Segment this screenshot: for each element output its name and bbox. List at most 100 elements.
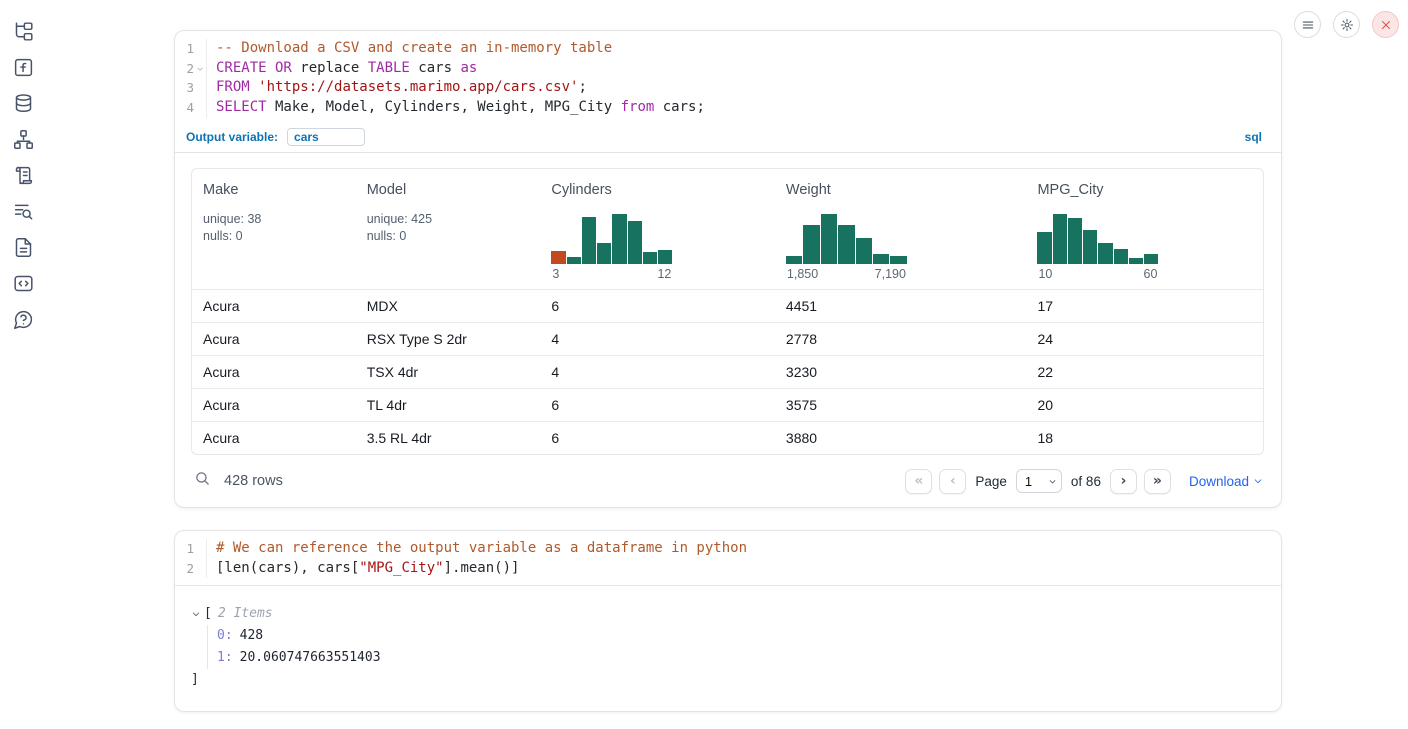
- line-gutter: 2: [175, 59, 207, 79]
- help-icon[interactable]: [13, 309, 34, 330]
- histogram-bar: [1114, 249, 1128, 264]
- table-cell: Acura: [192, 397, 356, 413]
- histogram-bar: [803, 225, 819, 264]
- gear-icon: [1340, 18, 1354, 32]
- topbar-actions: [1294, 11, 1399, 38]
- next-page-button[interactable]: ›: [1110, 469, 1137, 494]
- code-snippet-icon[interactable]: [13, 273, 34, 294]
- python-code-editor[interactable]: 1# We can reference the output variable …: [175, 531, 1281, 586]
- chevron-down-icon: [1253, 476, 1263, 486]
- histogram-bar: [821, 214, 837, 264]
- histogram-bar: [1053, 214, 1067, 264]
- page-total-label: of 86: [1071, 474, 1101, 489]
- column-header-model[interactable]: Model unique: 425nulls: 0: [356, 182, 541, 281]
- table-row[interactable]: AcuraRSX Type S 2dr4277824: [192, 322, 1263, 355]
- column-name: Model: [367, 182, 541, 198]
- close-bracket: ]: [191, 669, 1263, 691]
- search-icon[interactable]: [194, 470, 211, 492]
- hamburger-icon: [1301, 18, 1315, 32]
- histogram-bar: [643, 252, 657, 264]
- table-row[interactable]: AcuraTL 4dr6357520: [192, 388, 1263, 421]
- row-count: 428 rows: [224, 473, 283, 489]
- table-cell: 4: [540, 331, 775, 347]
- python-output-tree: [ 2 Items 0:4281:20.060747663551403 ]: [175, 586, 1281, 711]
- pagination: « ‹ Page 1 of 86 › » Download: [905, 469, 1263, 494]
- histogram-bar: [838, 225, 854, 264]
- histogram-max-label: 12: [657, 267, 671, 281]
- table-row[interactable]: AcuraTSX 4dr4323022: [192, 355, 1263, 388]
- table-cell: 18: [1026, 430, 1263, 446]
- table-cell: 6: [540, 298, 775, 314]
- tree-item-key: 1:: [217, 650, 233, 665]
- histogram-bar: [890, 256, 906, 264]
- tree-item: 0: 428: [217, 625, 1263, 647]
- table-cell: Acura: [192, 298, 356, 314]
- column-header-weight[interactable]: Weight1,8507,190: [775, 182, 1027, 281]
- column-stats: unique: 425nulls: 0: [367, 211, 541, 245]
- column-histogram: 1060: [1037, 214, 1158, 281]
- table-cell: 3575: [775, 397, 1027, 413]
- histogram-bar: [856, 238, 872, 264]
- line-gutter: 3: [175, 78, 207, 98]
- prev-page-button[interactable]: ‹: [939, 469, 966, 494]
- fold-spacer: [194, 39, 206, 59]
- table-cell: Acura: [192, 331, 356, 347]
- code-line: 3FROM 'https://datasets.marimo.app/cars.…: [175, 78, 1281, 98]
- histogram-bar: [567, 257, 581, 264]
- histogram-max-label: 60: [1144, 267, 1158, 281]
- table-cell: 22: [1026, 364, 1263, 380]
- download-button[interactable]: Download: [1189, 474, 1263, 489]
- menu-button[interactable]: [1294, 11, 1321, 38]
- column-header-make[interactable]: Makeunique: 38nulls: 0: [192, 182, 356, 281]
- histogram-bar: [1129, 258, 1143, 264]
- output-variable-input[interactable]: [287, 128, 365, 146]
- fold-chevron-icon[interactable]: [194, 59, 206, 79]
- code-text: CREATE OR replace TABLE cars as: [207, 59, 477, 79]
- histogram-bar: [1068, 218, 1082, 264]
- table-cell: RSX Type S 2dr: [356, 331, 541, 347]
- table-row[interactable]: Acura3.5 RL 4dr6388018: [192, 421, 1263, 454]
- log-search-icon[interactable]: [13, 201, 34, 222]
- tree-item-key: 0:: [217, 628, 233, 643]
- histogram-bar: [582, 217, 596, 264]
- python-cell: 1# We can reference the output variable …: [174, 530, 1282, 712]
- table-row[interactable]: AcuraMDX6445117: [192, 289, 1263, 322]
- last-page-button[interactable]: »: [1144, 469, 1171, 494]
- page-select[interactable]: 1: [1016, 469, 1062, 493]
- code-text: [len(cars), cars["MPG_City"].mean()]: [207, 559, 519, 579]
- function-square-icon[interactable]: [13, 57, 34, 78]
- sql-code-editor[interactable]: 1-- Download a CSV and create an in-memo…: [175, 31, 1281, 125]
- tree-item-value: 428: [240, 628, 263, 643]
- first-page-button[interactable]: «: [905, 469, 932, 494]
- collapse-chevron-icon[interactable]: [191, 609, 201, 619]
- table-cell: TSX 4dr: [356, 364, 541, 380]
- line-gutter: 1: [175, 39, 207, 59]
- database-icon[interactable]: [13, 93, 34, 114]
- fold-spacer: [194, 78, 206, 98]
- table-cell: 6: [540, 430, 775, 446]
- code-text: SELECT Make, Model, Cylinders, Weight, M…: [207, 98, 705, 118]
- settings-button[interactable]: [1333, 11, 1360, 38]
- fold-spacer: [194, 539, 206, 559]
- histogram-max-label: 7,190: [875, 267, 906, 281]
- tree-items: 0:4281:20.060747663551403: [207, 625, 1263, 669]
- table-cell: 20: [1026, 397, 1263, 413]
- dependency-graph-icon[interactable]: [13, 129, 34, 150]
- scratchpad-scroll-icon[interactable]: [13, 165, 34, 186]
- histogram-bar: [786, 256, 802, 264]
- table-cell: 4: [540, 364, 775, 380]
- line-number: 2: [175, 59, 194, 79]
- column-header-mpg_city[interactable]: MPG_City1060: [1026, 182, 1263, 281]
- column-header-cylinders[interactable]: Cylinders312: [540, 182, 775, 281]
- table-cell: 6: [540, 397, 775, 413]
- table-cell: 3230: [775, 364, 1027, 380]
- code-line: 2[len(cars), cars["MPG_City"].mean()]: [175, 559, 1281, 579]
- page-select-wrap: 1: [1016, 469, 1062, 493]
- file-tree-icon[interactable]: [13, 21, 34, 42]
- document-icon[interactable]: [13, 237, 34, 258]
- column-name: Weight: [786, 182, 1027, 198]
- line-number: 1: [175, 39, 194, 59]
- code-line: 4SELECT Make, Model, Cylinders, Weight, …: [175, 98, 1281, 118]
- shutdown-button[interactable]: [1372, 11, 1399, 38]
- items-count-label: 2 Items: [218, 603, 273, 625]
